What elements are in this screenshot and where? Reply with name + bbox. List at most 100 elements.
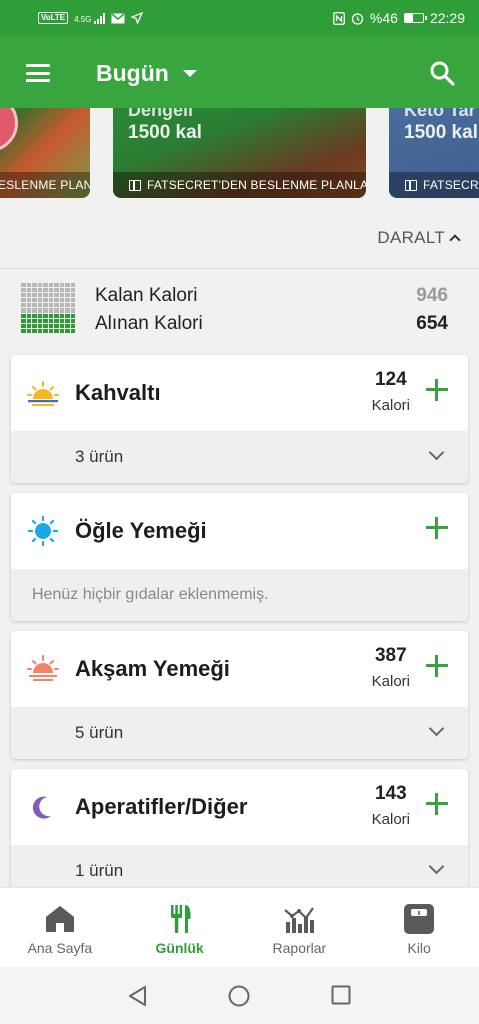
- consumed-value: 654: [416, 313, 448, 334]
- chevron-up-icon: [449, 234, 461, 246]
- navigation-icon: [130, 12, 143, 24]
- grid-cell: [48, 283, 53, 288]
- meal-title: Kahvaltı: [75, 380, 161, 405]
- card-footer-label: FATSECRET: [423, 178, 479, 192]
- card-footer: FATSECRET'DEN BESLENME PLANLA: [113, 172, 366, 198]
- status-bar: VoLTE 4.5G %46 22:29: [0, 0, 479, 36]
- signal-icon: [93, 12, 105, 24]
- grid-cell: [48, 328, 53, 333]
- sunset-icon: [27, 655, 59, 681]
- add-lunch-button[interactable]: [426, 517, 448, 539]
- card-footer: ESLENME PLANLA: [0, 172, 90, 198]
- meal-items-row[interactable]: 5 ürün: [11, 707, 468, 759]
- meal-header[interactable]: Kahvaltı 124 Kalori: [11, 355, 468, 431]
- meal-header[interactable]: Akşam Yemeği 387 Kalori: [11, 631, 468, 707]
- grid-cell: [54, 308, 59, 313]
- card-footer-label: FATSECRET'DEN BESLENME PLANLA: [147, 178, 366, 192]
- alarm-icon: [351, 12, 364, 25]
- collapse-button[interactable]: DARALT: [377, 228, 461, 248]
- grid-cell: [70, 293, 75, 298]
- add-snack-button[interactable]: [426, 793, 448, 815]
- grid-cell: [70, 283, 75, 288]
- grid-cell: [70, 313, 75, 318]
- date-selector[interactable]: Bugün: [96, 60, 197, 87]
- grid-cell: [43, 318, 48, 323]
- card-footer: FATSECRET: [389, 172, 479, 198]
- grid-cell: [37, 293, 42, 298]
- items-count: 5 ürün: [75, 723, 124, 742]
- grid-cell: [21, 318, 26, 323]
- meal-items-row[interactable]: 3 ürün: [11, 431, 468, 483]
- grid-cell: [32, 328, 37, 333]
- grid-cell: [70, 308, 75, 313]
- nav-label: Kilo: [407, 940, 431, 956]
- items-count: 1 ürün: [75, 861, 124, 880]
- grid-cell: [21, 298, 26, 303]
- nav-label: Raporlar: [272, 940, 327, 956]
- grid-cell: [70, 318, 75, 323]
- grid-cell: [26, 283, 31, 288]
- mail-icon: [111, 12, 124, 23]
- volte-icon: VoLTE: [38, 12, 69, 24]
- chevron-down-icon[interactable]: [428, 858, 445, 875]
- bottom-navigation: Ana Sayfa Günlük Raporlar Kilo: [0, 887, 479, 967]
- nav-item-diary[interactable]: Günlük: [120, 888, 240, 967]
- status-right: %46 22:29: [332, 10, 465, 26]
- scale-icon: [404, 904, 435, 934]
- nfc-icon: [332, 11, 345, 25]
- meal-title: Akşam Yemeği: [75, 656, 230, 681]
- grid-cell: [65, 318, 70, 323]
- grid-cell: [70, 288, 75, 293]
- back-icon[interactable]: [127, 985, 149, 1007]
- grid-cell: [65, 293, 70, 298]
- card-footer-label: ESLENME PLANLA: [0, 178, 90, 192]
- add-dinner-button[interactable]: [426, 655, 448, 677]
- nav-label: Günlük: [155, 940, 204, 956]
- grid-cell: [26, 313, 31, 318]
- grid-cell: [37, 303, 42, 308]
- grid-cell: [59, 318, 64, 323]
- meal-header[interactable]: Aperatifler/Diğer 143 Kalori: [11, 769, 468, 845]
- page-title: Bugün: [96, 60, 169, 86]
- meal-plan-card[interactable]: Keto Tar 1500 kal FATSECRET: [389, 108, 479, 198]
- plan-badge: [0, 108, 18, 152]
- chevron-down-icon[interactable]: [428, 720, 445, 737]
- grid-cell: [65, 288, 70, 293]
- nav-item-reports[interactable]: Raporlar: [240, 888, 360, 967]
- grid-cell: [65, 298, 70, 303]
- grid-cell: [54, 328, 59, 333]
- meal-plan-card[interactable]: Dengeli 1500 kal FATSECRET'DEN BESLENME …: [113, 108, 366, 198]
- grid-cell: [32, 318, 37, 323]
- home-circle-icon[interactable]: [228, 985, 250, 1007]
- search-icon[interactable]: [429, 60, 455, 86]
- calorie-unit: Kalori: [371, 397, 410, 414]
- grid-cell: [21, 323, 26, 328]
- grid-cell: [43, 293, 48, 298]
- meal-header[interactable]: Öğle Yemeği: [11, 493, 468, 569]
- calorie-value: 387: [374, 645, 407, 666]
- grid-cell: [26, 318, 31, 323]
- meal-plan-carousel[interactable]: ESLENME PLANLA Dengeli 1500 kal FATSECRE…: [0, 108, 479, 198]
- grid-cell: [21, 328, 26, 333]
- menu-icon[interactable]: [26, 64, 50, 82]
- book-icon: [129, 179, 141, 191]
- nav-item-weight[interactable]: Kilo: [359, 888, 479, 967]
- meal-card-snacks: Aperatifler/Diğer 143 Kalori 1 ürün: [11, 769, 468, 897]
- grid-cell: [70, 303, 75, 308]
- grid-cell: [59, 323, 64, 328]
- grid-cell: [54, 298, 59, 303]
- grid-cell: [32, 303, 37, 308]
- meal-plan-card[interactable]: ESLENME PLANLA: [0, 108, 90, 198]
- nav-item-home[interactable]: Ana Sayfa: [0, 888, 120, 967]
- grid-cell: [37, 318, 42, 323]
- chart-icon: [284, 907, 315, 933]
- recents-icon[interactable]: [331, 985, 351, 1005]
- grid-cell: [32, 313, 37, 318]
- grid-cell: [65, 283, 70, 288]
- card-title: Dengeli: [128, 108, 194, 120]
- chevron-down-icon[interactable]: [428, 444, 445, 461]
- add-breakfast-button[interactable]: [426, 379, 448, 401]
- grid-cell: [43, 283, 48, 288]
- grid-cell: [21, 288, 26, 293]
- home-icon: [45, 906, 74, 932]
